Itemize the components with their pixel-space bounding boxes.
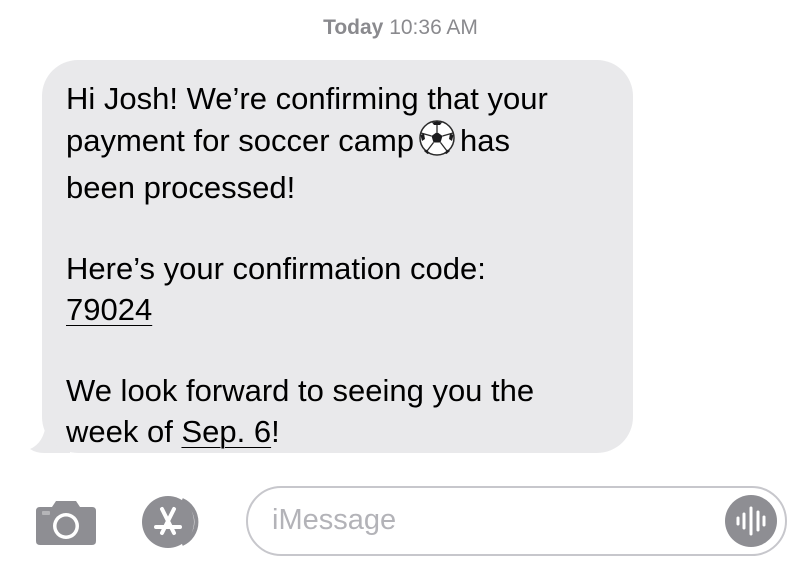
message-input[interactable]: iMessage [246, 486, 787, 556]
message-line-5: 79024 [66, 289, 613, 330]
date-link[interactable]: Sep. 6 [181, 414, 271, 449]
message-line-3: been processed! [66, 170, 296, 205]
audio-waveform-icon [736, 506, 766, 536]
message-line-7-start: week of [66, 414, 182, 449]
received-message: Hi Josh! We’re confirming that your paym… [30, 60, 633, 453]
audio-message-button[interactable] [725, 495, 777, 547]
message-line-6: We look forward to seeing you the [66, 373, 535, 408]
message-line-7: week of Sep. 6! [66, 411, 613, 452]
app-store-button[interactable] [138, 495, 214, 549]
timestamp-time: 10:36 AM [389, 16, 478, 39]
input-bar: iMessage [0, 478, 801, 564]
message-bubble[interactable]: Hi Josh! We’re confirming that your paym… [42, 60, 633, 453]
message-timestamp: Today 10:36 AM [0, 16, 801, 40]
app-store-icon [142, 496, 199, 548]
camera-button[interactable] [34, 498, 98, 546]
message-line-2-end: has [460, 123, 511, 158]
message-line-2: payment for soccer camp has [66, 119, 613, 167]
message-line-7-end: ! [271, 414, 280, 449]
message-line-2-start: payment for soccer camp [66, 123, 415, 158]
timestamp-day: Today [323, 16, 384, 39]
imessage-screen: Today 10:36 AM Hi Josh! We’re confirming… [0, 0, 801, 564]
camera-icon [36, 501, 96, 545]
message-placeholder: iMessage [272, 504, 397, 536]
confirmation-code-link[interactable]: 79024 [66, 292, 152, 327]
message-line-4: Here’s your confirmation code: [66, 251, 486, 286]
soccer-ball-icon [418, 119, 456, 167]
message-line-1: Hi Josh! We’re confirming that your [66, 81, 548, 116]
